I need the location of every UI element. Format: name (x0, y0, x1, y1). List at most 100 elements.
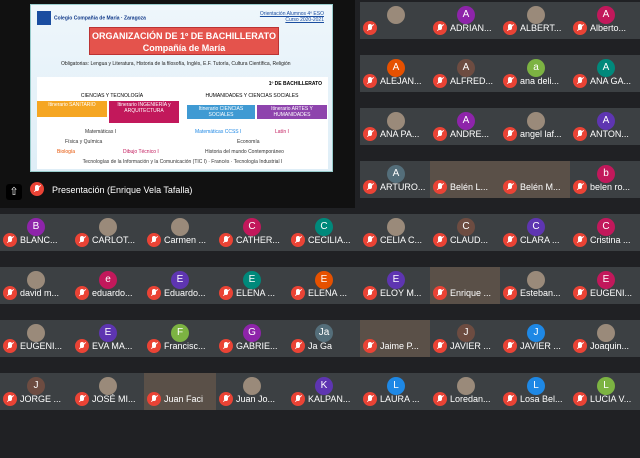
participant-tile[interactable]: B BLANC... (0, 214, 72, 251)
participant-name: eduardo... (92, 288, 133, 298)
participant-tile[interactable]: A Alberto... (570, 2, 640, 39)
participant-tile[interactable]: CELIA C... (360, 214, 432, 251)
participant-tile[interactable]: Loredan... (430, 373, 502, 410)
avatar: A (457, 59, 475, 77)
participant-tile[interactable]: e eduardo... (72, 267, 144, 304)
participant-tile[interactable]: Jaime P... (360, 320, 432, 357)
participant-tile[interactable]: JOSÉ MI... (72, 373, 144, 410)
participant-tile[interactable]: CARLOT... (72, 214, 144, 251)
participant-tile[interactable]: L Losa Bel... (500, 373, 572, 410)
participant-tile[interactable]: C Cristina ... (570, 214, 640, 251)
participant-name: angel laf... (520, 129, 562, 139)
participant-tile[interactable]: EUGENI... (0, 320, 72, 357)
participant-tile[interactable]: david m... (0, 267, 72, 304)
presentation-bar: ⇧ Presentación (Enrique Vela Tafalla) (0, 178, 355, 208)
avatar: C (243, 218, 261, 236)
avatar: a (527, 59, 545, 77)
participant-tile[interactable] (360, 2, 432, 39)
presentation-tile[interactable]: Colegio Compañía de María · Zaragoza Ori… (0, 0, 355, 208)
avatar: A (597, 59, 615, 77)
mic-off-icon (3, 233, 17, 247)
participant-tile[interactable]: Juan Jo... (216, 373, 288, 410)
avatar: L (387, 377, 405, 395)
participant-tile[interactable]: Joaquin... (570, 320, 640, 357)
obligatorias-text: Obligatorias: Lengua y Literatura, Histo… (61, 61, 291, 67)
participant-tile[interactable]: Belén M... (500, 161, 572, 198)
mic-off-icon (503, 392, 517, 406)
participant-tile[interactable]: E ELOY M... (360, 267, 432, 304)
participant-tile[interactable]: b belen ro... (570, 161, 640, 198)
col-humanidades: HUMANIDADES Y CIENCIAS SOCIALES (205, 93, 299, 99)
participant-tile[interactable]: E EVA MA... (72, 320, 144, 357)
mic-off-icon (291, 286, 305, 300)
avatar (457, 377, 475, 395)
school-header: Colegio Compañía de María · Zaragoza (37, 11, 146, 25)
participant-tile[interactable]: ALBERT... (500, 2, 572, 39)
mic-off-icon (147, 339, 161, 353)
participant-tile[interactable]: ANA PA... (360, 108, 432, 145)
participant-name: Belén M... (520, 182, 561, 192)
participant-tile[interactable]: J JORGE ... (0, 373, 72, 410)
mic-off-icon (573, 233, 587, 247)
participant-tile[interactable]: Enrique ... (430, 267, 502, 304)
mic-off-icon (291, 233, 305, 247)
participant-name: JAVIER ... (450, 341, 491, 351)
participant-name: ANDRE... (450, 129, 490, 139)
participant-tile[interactable]: A ANA GA... (570, 55, 640, 92)
participant-name: CLARA ... (520, 235, 560, 245)
avatar (597, 324, 615, 342)
participant-name: BLANC... (20, 235, 58, 245)
present-screen-icon[interactable]: ⇧ (6, 184, 22, 200)
participant-name: EVA MA... (92, 341, 133, 351)
participant-tile[interactable]: Belén L... (430, 161, 502, 198)
participant-name: EUGENI... (20, 341, 63, 351)
participant-tile[interactable]: J JAVIER ... (430, 320, 502, 357)
mic-off-icon (503, 339, 517, 353)
mic-off-icon (573, 180, 587, 194)
participant-tile[interactable]: a ana deli... (500, 55, 572, 92)
participant-tile[interactable]: A ALEJAN... (360, 55, 432, 92)
participant-tile[interactable]: Juan Faci (144, 373, 216, 410)
participant-tile[interactable]: F Francisc... (144, 320, 216, 357)
participant-tile[interactable]: A ALFRED... (430, 55, 502, 92)
participant-tile[interactable]: K KALPAN... (288, 373, 360, 410)
participant-tile[interactable]: C CATHER... (216, 214, 288, 251)
slide-title: ORGANIZACIÓN DE 1º DE BACHILLERATO Compa… (89, 27, 279, 55)
participant-tile[interactable]: E EUGENI... (570, 267, 640, 304)
itinerary-panel: 1º DE BACHILLERATO CIENCIAS Y TECNOLOGÍA… (37, 77, 328, 169)
participant-tile[interactable]: A ARTURO... (360, 161, 432, 198)
mic-off-icon (30, 182, 44, 196)
participant-tile[interactable]: L LUCIA V... (570, 373, 640, 410)
participant-tile[interactable]: J JAVIER ... (500, 320, 572, 357)
presentation-label: Presentación (Enrique Vela Tafalla) (52, 185, 193, 195)
participant-name: Francisc... (164, 341, 206, 351)
participant-tile[interactable]: C CLAUD... (430, 214, 502, 251)
participant-tile[interactable]: G GABRIE... (216, 320, 288, 357)
participant-name: ana deli... (520, 76, 560, 86)
participant-tile[interactable]: A ADRIAN... (430, 2, 502, 39)
avatar: E (99, 324, 117, 342)
participant-tile[interactable]: L LAURA ... (360, 373, 432, 410)
participant-name: Ja Ga (308, 341, 333, 351)
participant-tile[interactable]: Ja Ja Ga (288, 320, 360, 357)
avatar: A (457, 112, 475, 130)
participant-name: Eduardo... (164, 288, 206, 298)
participant-tile[interactable]: angel laf... (500, 108, 572, 145)
participant-tile[interactable]: A ANDRE... (430, 108, 502, 145)
avatar (99, 377, 117, 395)
participant-tile[interactable]: Esteban... (500, 267, 572, 304)
participant-name: Esteban... (520, 288, 561, 298)
participant-tile[interactable]: C CLARA ... (500, 214, 572, 251)
participant-tile[interactable]: C CECILIA... (288, 214, 360, 251)
participant-tile[interactable]: Carmen ... (144, 214, 216, 251)
mic-off-icon (503, 180, 517, 194)
participant-name: CATHER... (236, 235, 280, 245)
participant-tile[interactable]: E ELENA ... (288, 267, 360, 304)
participant-tile[interactable]: A ANTON... (570, 108, 640, 145)
mic-off-icon (219, 233, 233, 247)
participant-tile[interactable]: E Eduardo... (144, 267, 216, 304)
mic-off-icon (573, 74, 587, 88)
participant-tile[interactable]: E ELENA ... (216, 267, 288, 304)
avatar: C (315, 218, 333, 236)
mic-off-icon (147, 392, 161, 406)
